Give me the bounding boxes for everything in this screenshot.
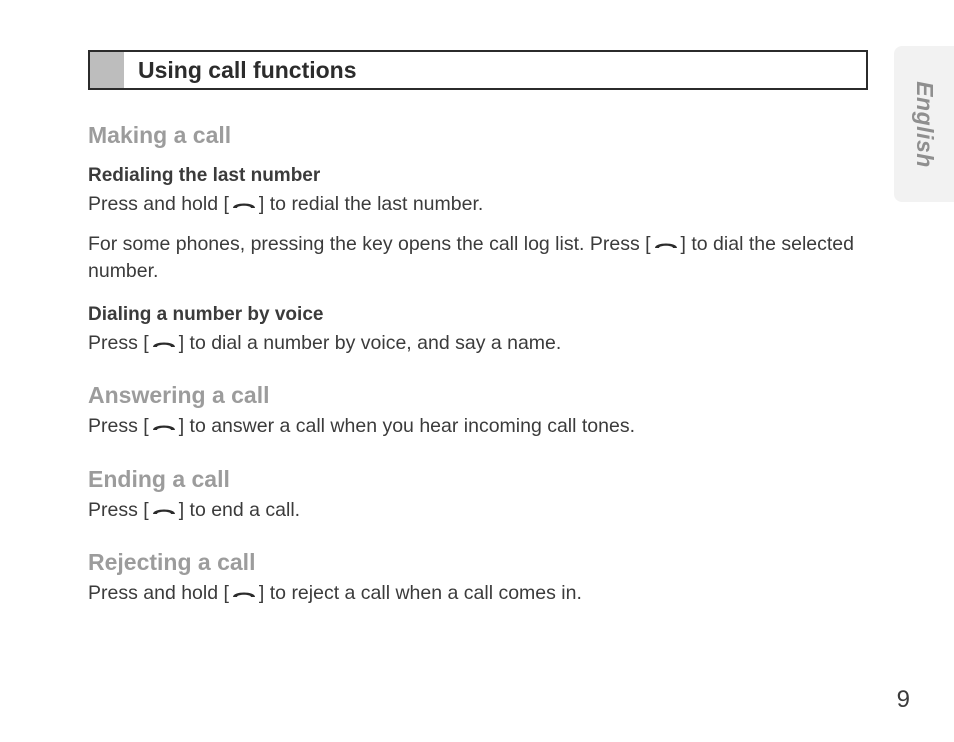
para-redial-1: Press and hold [ ] to redial the last num…	[88, 191, 868, 217]
heading-ending-a-call: Ending a call	[88, 466, 868, 493]
text: ] to reject a call when a call comes in.	[259, 582, 582, 604]
call-button-icon	[229, 587, 259, 601]
subheading-voice-dial: Dialing a number by voice	[88, 304, 868, 326]
call-button-icon	[149, 420, 179, 434]
text: Press [	[88, 415, 149, 437]
call-button-icon	[149, 337, 179, 351]
text: Press [	[88, 332, 149, 354]
text: Press and hold [	[88, 193, 229, 215]
page-title: Using call functions	[124, 52, 866, 88]
para-rejecting: Press and hold [ ] to reject a call when …	[88, 580, 868, 606]
heading-rejecting-a-call: Rejecting a call	[88, 549, 868, 576]
text: For some phones, pressing the key opens …	[88, 233, 651, 255]
para-redial-2: For some phones, pressing the key opens …	[88, 231, 868, 284]
heading-making-a-call: Making a call	[88, 122, 868, 149]
text: ] to answer a call when you hear incomin…	[179, 415, 635, 437]
heading-answering-a-call: Answering a call	[88, 382, 868, 409]
page-number: 9	[897, 686, 910, 714]
page-content: Using call functions Making a call Redia…	[88, 50, 868, 606]
language-tab: English	[894, 46, 954, 202]
text: ] to dial a number by voice, and say a n…	[179, 332, 562, 354]
title-bar-block	[90, 52, 124, 88]
text: Press [	[88, 499, 149, 521]
call-button-icon	[651, 238, 681, 252]
subheading-redial: Redialing the last number	[88, 165, 868, 187]
text: Press and hold [	[88, 582, 229, 604]
language-tab-label: English	[911, 81, 938, 168]
para-voice-dial: Press [ ] to dial a number by voice, and …	[88, 330, 868, 356]
para-ending: Press [ ] to end a call.	[88, 497, 868, 523]
para-answering: Press [ ] to answer a call when you hear …	[88, 413, 868, 439]
text: ] to redial the last number.	[259, 193, 483, 215]
call-button-icon	[149, 504, 179, 518]
title-bar: Using call functions	[88, 50, 868, 90]
text: ] to end a call.	[179, 499, 300, 521]
call-button-icon	[229, 198, 259, 212]
